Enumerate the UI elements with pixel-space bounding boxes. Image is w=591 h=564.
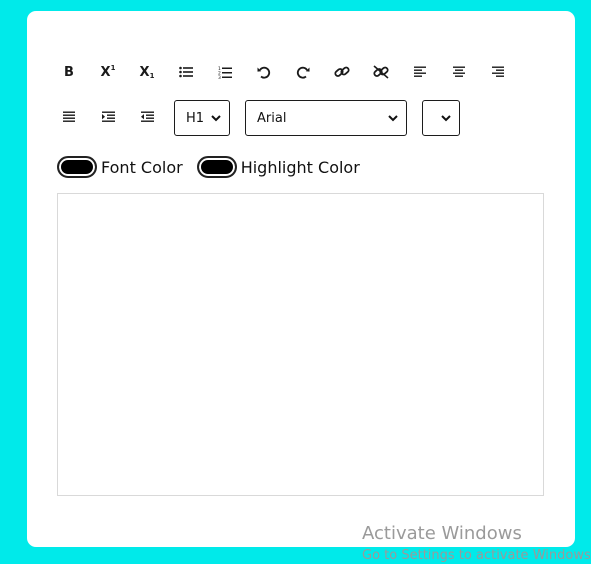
subscript-icon: X1 [139,64,155,80]
chevron-down-icon [441,114,451,122]
chevron-down-icon [211,114,221,122]
undo-button[interactable] [247,57,281,87]
align-right-button[interactable] [481,57,515,87]
outdent-icon [140,111,154,122]
highlight-color-label: Highlight Color [240,157,360,177]
windows-activation-watermark: Activate Windows Go to Settings to activ… [362,523,591,564]
highlight-color-picker[interactable] [196,156,237,178]
indent-icon [101,111,115,122]
watermark-title: Activate Windows [362,523,522,544]
link-icon [334,66,350,77]
link-button[interactable] [325,57,359,87]
align-right-icon [492,66,504,77]
outdent-button[interactable] [130,102,164,132]
bullet-list-button[interactable] [169,57,203,87]
svg-text:3: 3 [218,75,221,79]
watermark-subtitle: Go to Settings to activate Windows. [362,548,591,563]
superscript-icon: X1 [100,63,116,80]
align-left-icon [414,66,426,77]
subscript-button[interactable]: X1 [130,57,164,87]
unlink-icon [373,65,389,79]
heading-select[interactable]: H1 [174,100,230,136]
color-controls: Font Color Highlight Color [57,152,374,182]
chevron-down-icon [388,114,398,122]
numbered-list-icon: 1 2 3 [218,66,232,79]
superscript-button[interactable]: X1 [91,57,125,87]
justify-button[interactable] [52,102,86,132]
font-size-select[interactable] [422,100,460,136]
heading-select-value: H1 [186,110,205,126]
indent-button[interactable] [91,102,125,132]
align-left-button[interactable] [403,57,437,87]
undo-icon [257,66,271,79]
bold-icon: B [64,64,74,80]
bullet-list-icon [179,66,193,78]
font-color-picker[interactable] [57,156,97,178]
bold-button[interactable]: B [52,57,86,87]
redo-button[interactable] [286,57,320,87]
align-center-button[interactable] [442,57,476,87]
numbered-list-button[interactable]: 1 2 3 [208,57,242,87]
align-center-icon [453,66,465,77]
font-family-select-value: Arial [257,110,287,126]
justify-icon [63,111,75,122]
redo-icon [296,66,310,79]
font-color-label: Font Color [101,157,183,177]
unlink-button[interactable] [364,57,398,87]
text-editor-area[interactable] [57,193,544,496]
font-family-select[interactable]: Arial [245,100,407,136]
